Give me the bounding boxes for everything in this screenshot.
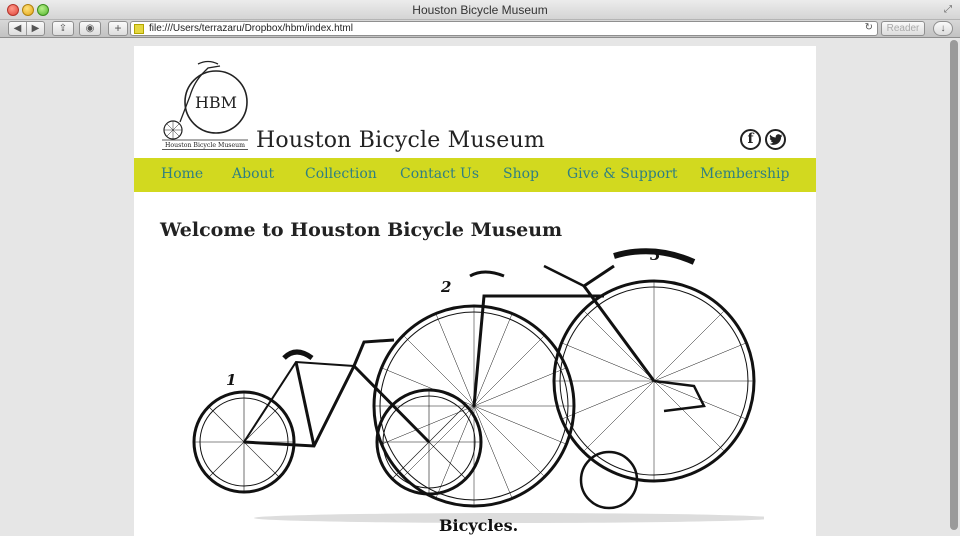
site-title: Houston Bicycle Museum [256,128,545,153]
hbm-logo[interactable]: HBM Houston Bicycle Museum [160,60,248,150]
add-bookmark-button[interactable]: + [108,21,128,36]
back-forward-group: ◀ ▶ [8,21,45,36]
window-titlebar: Houston Bicycle Museum ⤢ [0,0,960,20]
browser-toolbar: ◀ ▶ ⇪ ◉ + file:///Users/terrazaru/Dropbox… [0,20,960,38]
facebook-icon[interactable]: f [740,129,761,150]
bicycle-label-3: 3 [650,246,661,264]
bicycle-label-2: 2 [441,278,452,296]
reader-button[interactable]: Reader [881,21,925,36]
back-button[interactable]: ◀ [9,22,26,35]
sidebar-toggle-button[interactable]: ◉ [79,21,101,36]
nav-give-support[interactable]: Give & Support [567,166,678,182]
share-button[interactable]: ⇪ [52,21,74,36]
fullscreen-icon[interactable]: ⤢ [942,4,954,16]
logo-caption: Houston Bicycle Museum [165,142,245,149]
bicycles-illustration [192,248,764,523]
address-bar-url[interactable]: file:///Users/terrazaru/Dropbox/hbm/inde… [149,23,353,34]
bicycle-label-1: 1 [226,371,237,389]
forward-button[interactable]: ▶ [27,22,44,35]
web-page: HBM Houston Bicycle Museum Houston Bicyc… [134,46,816,536]
vertical-scrollbar[interactable] [950,40,958,530]
illustration-caption: Bicycles. [439,516,519,535]
nav-about[interactable]: About [232,166,274,182]
logo-text: HBM [195,93,237,112]
welcome-heading: Welcome to Houston Bicycle Museum [160,219,563,241]
downloads-button[interactable]: ↓ [933,21,953,36]
address-bar[interactable]: file:///Users/terrazaru/Dropbox/hbm/inde… [130,21,878,36]
nav-shop[interactable]: Shop [503,166,539,182]
nav-contact-us[interactable]: Contact Us [400,166,479,182]
favicon-icon [134,24,144,34]
reload-icon[interactable]: ↻ [865,22,873,33]
nav-membership[interactable]: Membership [700,166,789,182]
nav-collection[interactable]: Collection [305,166,377,182]
twitter-icon[interactable] [765,129,786,150]
window-title: Houston Bicycle Museum [412,3,548,17]
nav-home[interactable]: Home [161,166,203,182]
twitter-bird-icon [768,134,782,145]
main-nav: Home About Collection Contact Us Shop Gi… [134,158,816,192]
